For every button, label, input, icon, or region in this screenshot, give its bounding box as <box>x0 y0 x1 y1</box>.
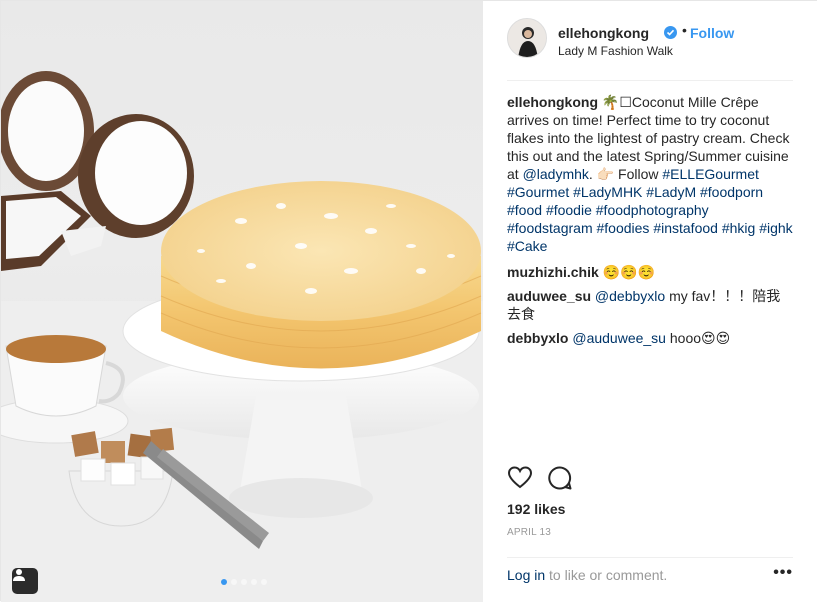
comment-item: muzhizhi.chik ☺️☺️☺️ <box>507 263 793 281</box>
comment-button[interactable] <box>547 465 575 493</box>
more-options-icon[interactable]: ••• <box>773 564 793 582</box>
caption-mention[interactable]: @ladymhk <box>523 166 589 182</box>
post-sidebar: ellehongkong • Follow Lady M Fashion Wal… <box>483 1 817 602</box>
comment-mention[interactable]: @debbyxlo <box>595 288 665 304</box>
login-link[interactable]: Log in <box>507 567 545 583</box>
carousel-dot[interactable] <box>251 579 257 585</box>
post-dialog: ellehongkong • Follow Lady M Fashion Wal… <box>0 0 817 602</box>
hashtag[interactable]: #LadyM <box>646 184 696 200</box>
hashtag[interactable]: #foodie <box>546 202 592 218</box>
verified-icon <box>664 26 677 39</box>
comment-username[interactable]: debbyxlo <box>507 330 568 346</box>
hashtag[interactable]: #hkig <box>722 220 755 236</box>
follow-button[interactable]: Follow <box>690 25 734 41</box>
hashtag[interactable]: #LadyMHK <box>573 184 642 200</box>
comment-username[interactable]: muzhizhi.chik <box>507 264 599 280</box>
login-footer: Log in to like or comment. ••• <box>507 557 793 597</box>
comment-username[interactable]: auduwee_su <box>507 288 591 304</box>
header-separator: • <box>682 22 687 38</box>
post-location[interactable]: Lady M Fashion Walk <box>558 44 673 58</box>
hashtag[interactable]: #ELLEGourmet <box>662 166 759 182</box>
post-actions <box>507 465 793 495</box>
carousel-dot-active[interactable] <box>221 579 227 585</box>
hashtag[interactable]: #foodphotography <box>596 202 709 218</box>
login-prompt: Log in to like or comment. <box>507 567 667 583</box>
post-caption: ellehongkong 🌴☐Coconut Mille Crêpe arriv… <box>507 93 793 255</box>
cake-photo <box>1 71 483 602</box>
comment-text: hooo😍😍 <box>669 330 731 346</box>
carousel-indicator <box>221 579 267 585</box>
comment-text: ☺️☺️☺️ <box>602 264 655 280</box>
like-button[interactable] <box>507 465 535 493</box>
hashtag[interactable]: #foodies <box>597 220 650 236</box>
comment-icon <box>548 466 572 490</box>
login-text: to like or comment. <box>549 567 668 583</box>
like-count[interactable]: 192 likes <box>507 501 565 517</box>
carousel-dot[interactable] <box>261 579 267 585</box>
tag-person-button[interactable] <box>12 568 38 594</box>
comment-mention[interactable]: @auduwee_su <box>572 330 666 346</box>
post-image[interactable] <box>1 1 483 602</box>
hashtag[interactable]: #instafood <box>653 220 718 236</box>
hashtag[interactable]: #food <box>507 202 542 218</box>
hashtag[interactable]: #Gourmet <box>507 184 569 200</box>
heart-icon <box>507 466 533 489</box>
hashtag[interactable]: #foodporn <box>700 184 763 200</box>
caption-text-2: . 👉🏻 Follow <box>588 166 659 182</box>
comment-list[interactable]: ellehongkong 🌴☐Coconut Mille Crêpe arriv… <box>507 93 793 453</box>
post-author-username[interactable]: ellehongkong <box>558 25 649 41</box>
tag-person-icon <box>13 569 25 581</box>
carousel-dot[interactable] <box>241 579 247 585</box>
post-header: ellehongkong • Follow Lady M Fashion Wal… <box>507 18 793 81</box>
caption-username[interactable]: ellehongkong <box>507 94 598 110</box>
avatar-image <box>508 19 546 57</box>
carousel-dot[interactable] <box>231 579 237 585</box>
hashtag[interactable]: #foodstagram <box>507 220 593 236</box>
post-date: APRIL 13 <box>507 527 552 538</box>
hashtag[interactable]: #Cake <box>507 238 547 254</box>
comment-item: auduwee_su @debbyxlo my fav！！！陪我去食 <box>507 287 793 323</box>
hashtag[interactable]: #ighk <box>759 220 792 236</box>
comment-item: debbyxlo @auduwee_su hooo😍😍 <box>507 329 793 347</box>
avatar[interactable] <box>507 18 547 58</box>
